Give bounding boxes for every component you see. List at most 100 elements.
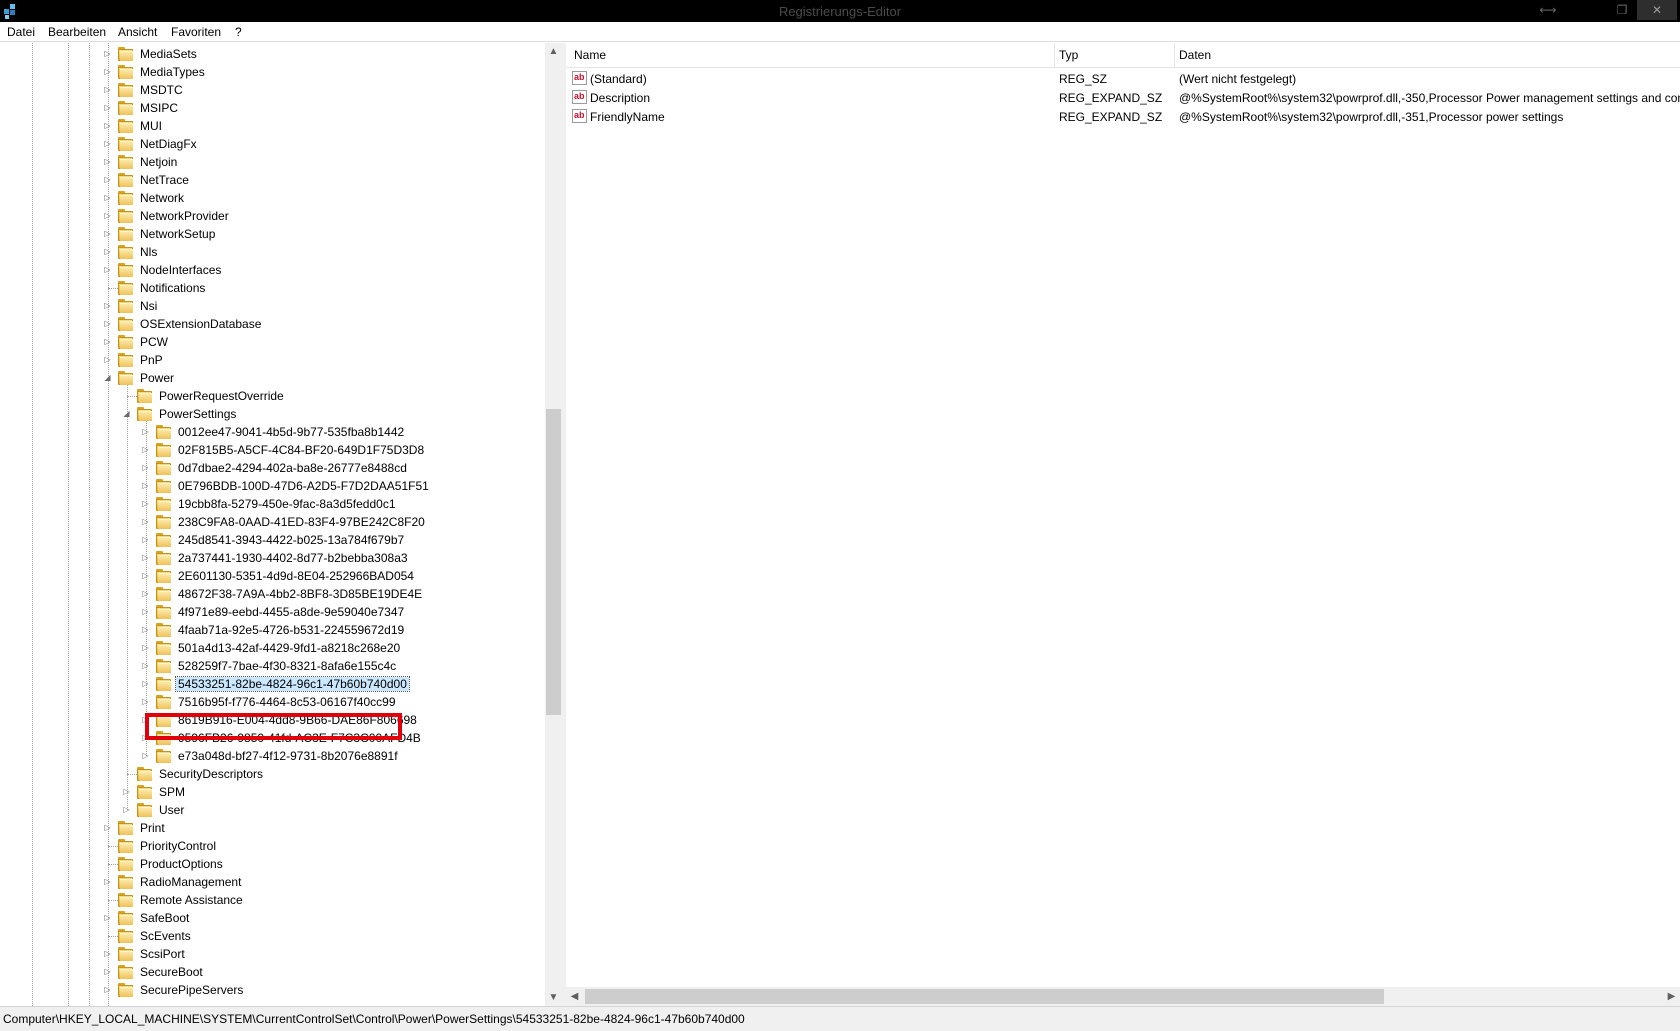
tree-item-selected[interactable]: ▷ 54533251-82be-4824-96c1-47b60b740d00 — [0, 675, 545, 693]
tree-item[interactable]: ▷ 7516b95f-f776-4464-8c53-06167f40cc99 — [0, 693, 545, 711]
tree-item[interactable]: ◢ Power — [0, 369, 545, 387]
tree-item[interactable]: PowerRequestOverride — [0, 387, 545, 405]
minimize-button[interactable]: ⟷ — [1535, 0, 1561, 20]
collapsed-arrow-icon[interactable]: ▷ — [103, 228, 112, 240]
tree-item[interactable]: ▷ 528259f7-7bae-4f30-8321-8afa6e155c4c — [0, 657, 545, 675]
list-scroll-thumb[interactable] — [585, 989, 1384, 1004]
tree-item[interactable]: ◢ PowerSettings — [0, 405, 545, 423]
tree-item[interactable]: ▷ 238C9FA8-0AAD-41ED-83F4-97BE242C8F20 — [0, 513, 545, 531]
tree-item[interactable]: ▷ SecurePipeServers — [0, 981, 545, 999]
tree-scroll-thumb[interactable] — [546, 409, 561, 715]
tree-item[interactable]: ▷ e73a048d-bf27-4f12-9731-8b2076e8891f — [0, 747, 545, 765]
maximize-button[interactable]: ❐ — [1609, 0, 1635, 20]
collapsed-arrow-icon[interactable]: ▷ — [141, 480, 150, 492]
tree-item[interactable]: ▷ 2a737441-1930-4402-8d77-b2bebba308a3 — [0, 549, 545, 567]
collapsed-arrow-icon[interactable]: ▷ — [141, 570, 150, 582]
collapsed-arrow-icon[interactable]: ▷ — [103, 318, 112, 330]
expanded-arrow-icon[interactable]: ◢ — [122, 408, 131, 420]
tree-item[interactable]: ▷ PCW — [0, 333, 545, 351]
column-type-header[interactable]: Typ — [1059, 48, 1078, 62]
collapsed-arrow-icon[interactable]: ▷ — [122, 804, 131, 816]
collapsed-arrow-icon[interactable]: ▷ — [103, 984, 112, 996]
collapsed-arrow-icon[interactable]: ▷ — [141, 552, 150, 564]
tree-item[interactable]: ▷ 0E796BDB-100D-47D6-A2D5-F7D2DAA51F51 — [0, 477, 545, 495]
tree-item[interactable]: ▷ 245d8541-3943-4422-b025-13a784f679b7 — [0, 531, 545, 549]
collapsed-arrow-icon[interactable]: ▷ — [103, 174, 112, 186]
collapsed-arrow-icon[interactable]: ▷ — [103, 912, 112, 924]
tree-item[interactable]: ▷ NetDiagFx — [0, 135, 545, 153]
tree-item[interactable]: ▷ 19cbb8fa-5279-450e-9fac-8a3d5fedd0c1 — [0, 495, 545, 513]
collapsed-arrow-icon[interactable]: ▷ — [122, 786, 131, 798]
collapsed-arrow-icon[interactable]: ▷ — [103, 84, 112, 96]
tree-item[interactable]: Remote Assistance — [0, 891, 545, 909]
collapsed-arrow-icon[interactable]: ▷ — [141, 750, 150, 762]
tree-item[interactable]: ▷ ScsiPort — [0, 945, 545, 963]
collapsed-arrow-icon[interactable]: ▷ — [103, 66, 112, 78]
collapsed-arrow-icon[interactable]: ▷ — [141, 444, 150, 456]
tree-item[interactable]: ▷ 0012ee47-9041-4b5d-9b77-535fba8b1442 — [0, 423, 545, 441]
collapsed-arrow-icon[interactable]: ▷ — [141, 660, 150, 672]
tree-item[interactable]: ▷ 0d7dbae2-4294-402a-ba8e-26777e8488cd — [0, 459, 545, 477]
tree-item[interactable]: ▷ User — [0, 801, 545, 819]
tree-item[interactable]: ProductOptions — [0, 855, 545, 873]
scroll-right-icon[interactable]: ▶ — [1663, 987, 1680, 1006]
tree-item[interactable]: ▷ PnP — [0, 351, 545, 369]
collapsed-arrow-icon[interactable]: ▷ — [103, 156, 112, 168]
column-separator[interactable] — [1054, 43, 1055, 68]
close-button[interactable]: ✕ — [1637, 0, 1677, 20]
title-bar[interactable]: Registrierungs-Editor ⟷ ❐ ✕ — [0, 0, 1680, 22]
collapsed-arrow-icon[interactable]: ▷ — [141, 642, 150, 654]
collapsed-arrow-icon[interactable]: ▷ — [103, 210, 112, 222]
value-row[interactable]: ab (Standard) REG_SZ (Wert nicht festgelegt… — [566, 69, 1680, 88]
tree-item[interactable]: ▷ MUI — [0, 117, 545, 135]
scroll-down-icon[interactable]: ▼ — [545, 989, 562, 1006]
tree-item[interactable]: ▷ 48672F38-7A9A-4bb2-8BF8-3D85BE19DE4E — [0, 585, 545, 603]
collapsed-arrow-icon[interactable]: ▷ — [141, 462, 150, 474]
tree-item[interactable]: ▷ OSExtensionDatabase — [0, 315, 545, 333]
column-separator[interactable] — [1174, 43, 1175, 68]
collapsed-arrow-icon[interactable]: ▷ — [103, 354, 112, 366]
collapsed-arrow-icon[interactable]: ▷ — [141, 696, 150, 708]
tree-item[interactable]: ▷ Nls — [0, 243, 545, 261]
expanded-arrow-icon[interactable]: ◢ — [103, 372, 112, 384]
tree-item[interactable]: ▷ SecureBoot — [0, 963, 545, 981]
collapsed-arrow-icon[interactable]: ▷ — [103, 336, 112, 348]
tree-item[interactable]: ▷ 501a4d13-42af-4429-9fd1-a8218c268e20 — [0, 639, 545, 657]
collapsed-arrow-icon[interactable]: ▷ — [103, 120, 112, 132]
tree-item[interactable]: ▷ Print — [0, 819, 545, 837]
menu-favoriten[interactable]: Favoriten — [171, 25, 221, 39]
collapsed-arrow-icon[interactable]: ▷ — [103, 102, 112, 114]
tree-item[interactable]: Notifications — [0, 279, 545, 297]
collapsed-arrow-icon[interactable]: ▷ — [103, 138, 112, 150]
tree-item[interactable]: ▷ NetTrace — [0, 171, 545, 189]
collapsed-arrow-icon[interactable]: ▷ — [103, 48, 112, 60]
collapsed-arrow-icon[interactable]: ▷ — [103, 876, 112, 888]
scroll-left-icon[interactable]: ◀ — [566, 987, 583, 1006]
collapsed-arrow-icon[interactable]: ▷ — [141, 498, 150, 510]
collapsed-arrow-icon[interactable]: ▷ — [141, 624, 150, 636]
menu-datei[interactable]: Datei — [7, 25, 35, 39]
value-row[interactable]: ab FriendlyName REG_EXPAND_SZ @%SystemRoot%… — [566, 107, 1680, 126]
column-name-header[interactable]: Name — [574, 48, 606, 62]
list-horizontal-scrollbar[interactable]: ◀ ▶ — [566, 987, 1680, 1006]
collapsed-arrow-icon[interactable]: ▷ — [141, 588, 150, 600]
tree-item[interactable]: ▷ 2E601130-5351-4d9d-8E04-252966BAD054 — [0, 567, 545, 585]
collapsed-arrow-icon[interactable]: ▷ — [103, 246, 112, 258]
key-tree[interactable]: ▷ MediaSets ▷ MediaTypes ▷ MSDTC ▷ MSIPC ▷ MUI ▷ Ne… — [0, 43, 562, 1006]
collapsed-arrow-icon[interactable]: ▷ — [141, 516, 150, 528]
tree-item[interactable]: PriorityControl — [0, 837, 545, 855]
value-row[interactable]: ab Description REG_EXPAND_SZ @%SystemRoot%\… — [566, 88, 1680, 107]
tree-item[interactable]: ▷ NetworkSetup — [0, 225, 545, 243]
scroll-up-icon[interactable]: ▲ — [545, 43, 562, 60]
tree-item[interactable]: ▷ 02F815B5-A5CF-4C84-BF20-649D1F75D3D8 — [0, 441, 545, 459]
collapsed-arrow-icon[interactable]: ▷ — [103, 300, 112, 312]
tree-item[interactable]: ▷ SPM — [0, 783, 545, 801]
tree-item[interactable]: ▷ Nsi — [0, 297, 545, 315]
collapsed-arrow-icon[interactable]: ▷ — [103, 966, 112, 978]
tree-item[interactable]: ▷ Netjoin — [0, 153, 545, 171]
tree-item[interactable]: ▷ MediaTypes — [0, 63, 545, 81]
menu-bearbeiten[interactable]: Bearbeiten — [48, 25, 106, 39]
column-data-header[interactable]: Daten — [1179, 48, 1211, 62]
tree-item[interactable]: ▷ MSDTC — [0, 81, 545, 99]
tree-item[interactable]: ScEvents — [0, 927, 545, 945]
